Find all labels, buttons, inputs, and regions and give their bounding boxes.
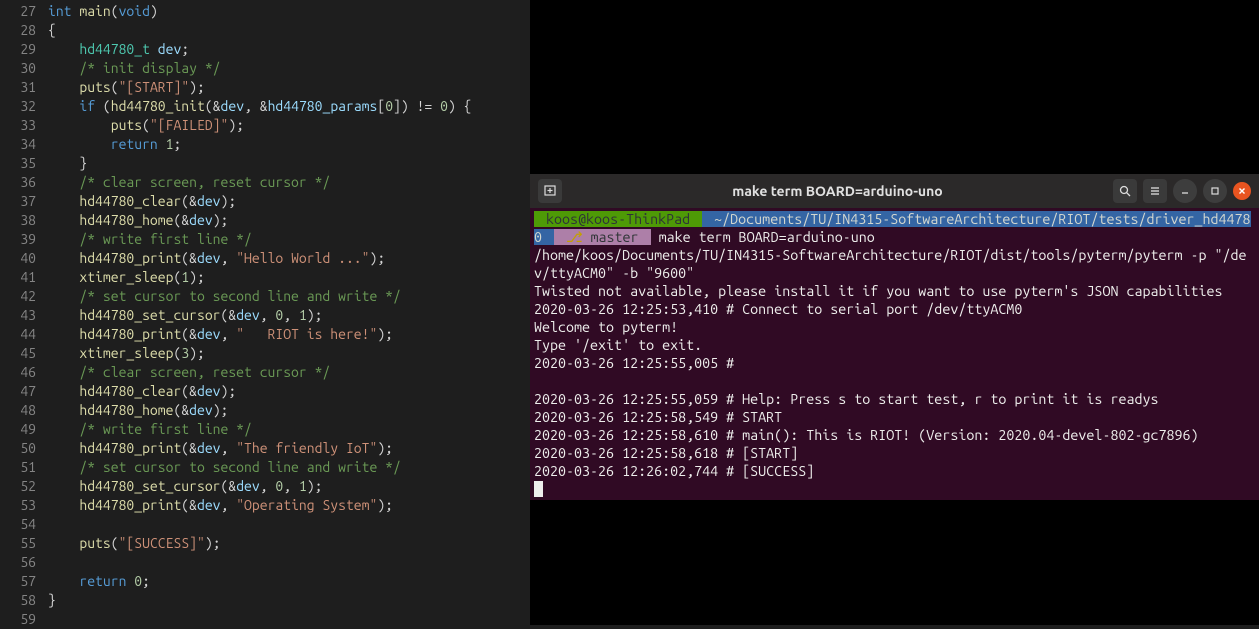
terminal-window[interactable]: make term BOARD=arduino-uno koo [530, 174, 1259, 500]
new-tab-button[interactable] [538, 179, 562, 203]
terminal-line: 2020-03-26 12:25:53,410 # Connect to ser… [534, 301, 1022, 317]
line-number: 54 [0, 515, 36, 534]
code-line[interactable] [48, 553, 530, 572]
code-line[interactable]: hd44780_print(&dev, " RIOT is here!"); [48, 325, 530, 344]
code-line[interactable]: } [48, 154, 530, 173]
line-number: 27 [0, 2, 36, 21]
line-number: 49 [0, 420, 36, 439]
terminal-line: 2020-03-26 12:25:58,610 # main(): This i… [534, 427, 1199, 443]
line-number: 47 [0, 382, 36, 401]
terminal-line: 2020-03-26 12:26:02,744 # [SUCCESS] [534, 463, 814, 479]
search-button[interactable] [1113, 179, 1137, 203]
terminal-line: Type '/exit' to exit. [534, 337, 702, 353]
line-number: 55 [0, 534, 36, 553]
code-line[interactable]: if (hd44780_init(&dev, &hd44780_params[0… [48, 97, 530, 116]
terminal-line: 2020-03-26 12:25:58,618 # [START] [534, 445, 798, 461]
menu-button[interactable] [1143, 179, 1167, 203]
code-line[interactable]: /* write first line */ [48, 420, 530, 439]
line-number: 56 [0, 553, 36, 572]
line-number: 57 [0, 572, 36, 591]
prompt-branch: ⎇ master [554, 229, 651, 245]
code-line[interactable]: hd44780_print(&dev, "Hello World ..."); [48, 249, 530, 268]
terminal-line: Welcome to pyterm! [534, 319, 678, 335]
line-number: 35 [0, 154, 36, 173]
code-line[interactable]: return 1; [48, 135, 530, 154]
maximize-button[interactable] [1203, 179, 1227, 203]
code-line[interactable] [48, 610, 530, 629]
code-line[interactable]: hd44780_clear(&dev); [48, 192, 530, 211]
line-number: 53 [0, 496, 36, 515]
code-line[interactable]: hd44780_clear(&dev); [48, 382, 530, 401]
line-number: 46 [0, 363, 36, 382]
terminal-titlebar[interactable]: make term BOARD=arduino-uno [530, 174, 1259, 208]
terminal-body[interactable]: koos@koos-ThinkPad ~/Documents/TU/IN4315… [530, 208, 1259, 500]
terminal-title: make term BOARD=arduino-uno [568, 183, 1107, 199]
code-line[interactable]: puts("[START]"); [48, 78, 530, 97]
terminal-line: /home/koos/Documents/TU/IN4315-SoftwareA… [534, 247, 1247, 281]
code-line[interactable]: hd44780_set_cursor(&dev, 0, 1); [48, 477, 530, 496]
code-line[interactable]: xtimer_sleep(1); [48, 268, 530, 287]
line-number: 51 [0, 458, 36, 477]
line-number: 52 [0, 477, 36, 496]
line-number: 40 [0, 249, 36, 268]
code-line[interactable]: /* write first line */ [48, 230, 530, 249]
line-number: 29 [0, 40, 36, 59]
right-pane: make term BOARD=arduino-uno koo [530, 0, 1259, 625]
code-line[interactable]: int main(void) [48, 2, 530, 21]
prompt-user: koos@koos-ThinkPad [534, 211, 702, 227]
line-number: 39 [0, 230, 36, 249]
code-line[interactable]: /* set cursor to second line and write *… [48, 458, 530, 477]
line-number: 44 [0, 325, 36, 344]
code-line[interactable]: } [48, 591, 530, 610]
line-number: 36 [0, 173, 36, 192]
code-line[interactable]: { [48, 21, 530, 40]
line-number: 38 [0, 211, 36, 230]
close-button[interactable] [1233, 182, 1251, 200]
line-number: 33 [0, 116, 36, 135]
code-line[interactable]: hd44780_t dev; [48, 40, 530, 59]
terminal-cursor [534, 481, 543, 497]
code-line[interactable]: /* clear screen, reset cursor */ [48, 363, 530, 382]
code-area[interactable]: int main(void){ hd44780_t dev; /* init d… [48, 0, 530, 625]
code-line[interactable]: /* set cursor to second line and write *… [48, 287, 530, 306]
line-number: 48 [0, 401, 36, 420]
line-number: 50 [0, 439, 36, 458]
code-line[interactable]: hd44780_home(&dev); [48, 401, 530, 420]
prompt-command: make term BOARD=arduino-uno [659, 229, 875, 245]
code-line[interactable]: return 0; [48, 572, 530, 591]
terminal-line: 2020-03-26 12:25:58,549 # START [534, 409, 782, 425]
code-editor[interactable]: 2728293031323334353637383940414243444546… [0, 0, 530, 625]
code-line[interactable]: puts("[SUCCESS]"); [48, 534, 530, 553]
code-line[interactable]: hd44780_print(&dev, "The friendly IoT"); [48, 439, 530, 458]
code-line[interactable] [48, 515, 530, 534]
code-line[interactable]: hd44780_set_cursor(&dev, 0, 1); [48, 306, 530, 325]
line-number: 32 [0, 97, 36, 116]
line-number: 58 [0, 591, 36, 610]
minimize-button[interactable] [1173, 179, 1197, 203]
terminal-line: Twisted not available, please install it… [534, 283, 1223, 299]
line-number: 37 [0, 192, 36, 211]
line-number: 34 [0, 135, 36, 154]
code-line[interactable]: xtimer_sleep(3); [48, 344, 530, 363]
line-number: 31 [0, 78, 36, 97]
line-number: 28 [0, 21, 36, 40]
terminal-line: 2020-03-26 12:25:55,059 # Help: Press s … [534, 391, 1158, 407]
code-line[interactable]: /* init display */ [48, 59, 530, 78]
code-line[interactable]: /* clear screen, reset cursor */ [48, 173, 530, 192]
line-number-gutter: 2728293031323334353637383940414243444546… [0, 0, 48, 625]
line-number: 41 [0, 268, 36, 287]
line-number: 45 [0, 344, 36, 363]
line-number: 43 [0, 306, 36, 325]
code-line[interactable]: puts("[FAILED]"); [48, 116, 530, 135]
line-number: 42 [0, 287, 36, 306]
code-line[interactable]: hd44780_print(&dev, "Operating System"); [48, 496, 530, 515]
code-line[interactable]: hd44780_home(&dev); [48, 211, 530, 230]
line-number: 59 [0, 610, 36, 629]
line-number: 30 [0, 59, 36, 78]
terminal-line: 2020-03-26 12:25:55,005 # [534, 355, 742, 371]
